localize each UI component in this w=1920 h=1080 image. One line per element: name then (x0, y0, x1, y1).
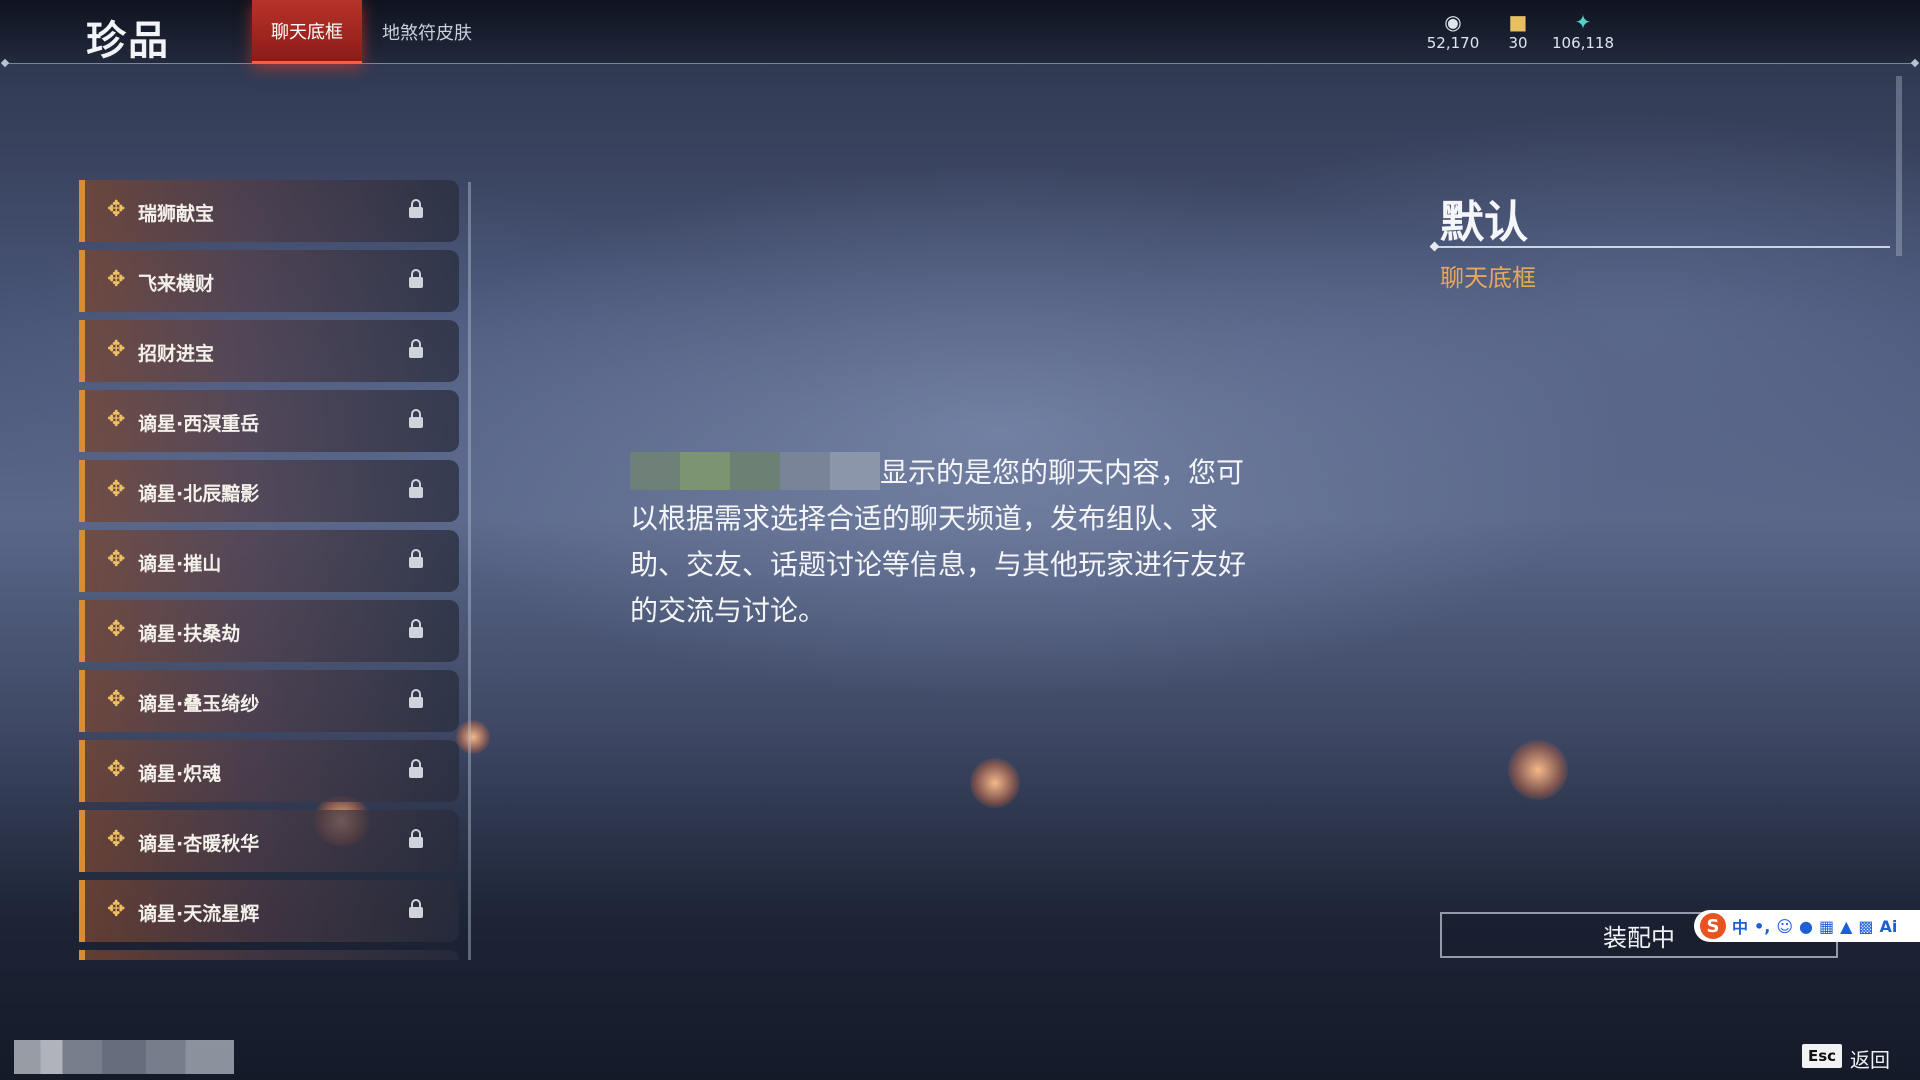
lock-icon (409, 689, 423, 708)
currency-coin-value: 52,170 (1426, 34, 1480, 52)
list-item[interactable]: ✥ 谪星·叠玉绮纱 (79, 670, 459, 732)
divider-ornament (1429, 241, 1440, 252)
ime-logo-icon[interactable]: S (1700, 913, 1726, 939)
keyboard-icon[interactable]: ▦ (1819, 917, 1834, 936)
star-icon: ✥ (107, 197, 126, 222)
lock-icon (409, 549, 423, 568)
star-icon: ✥ (107, 827, 126, 852)
list-item-label: 谪星·天流星辉 (138, 903, 260, 925)
punctuation-icon[interactable]: •, (1754, 917, 1770, 936)
list-item[interactable]: ✥ 招财进宝 (79, 320, 459, 382)
list-item-label: 招财进宝 (138, 343, 215, 365)
star-icon: ✥ (107, 687, 126, 712)
esc-key-hint[interactable]: Esc (1802, 1044, 1842, 1068)
currency-feather[interactable]: ✦ 106,118 (1543, 10, 1623, 52)
list-item[interactable]: ✥ 飞来横财 (79, 250, 459, 312)
list-item-label: 谪星·西溟重岳 (138, 413, 260, 435)
mic-icon[interactable]: ● (1799, 917, 1813, 936)
list-item-label: 瑞狮献宝 (138, 203, 215, 225)
tab-chat-frame[interactable]: 聊天底框 (252, 0, 362, 64)
chat-preview: 显示的是您的聊天内容，您可以根据需求选择合适的聊天频道，发布组队、求助、交友、话… (630, 450, 1270, 634)
back-label[interactable]: 返回 (1850, 1044, 1890, 1073)
star-icon: ✥ (107, 757, 126, 782)
list-item[interactable]: ✥ 谪星·西溟重岳 (79, 390, 459, 452)
list-item[interactable]: ✥ 谪星·摧山 (79, 530, 459, 592)
censored-block (14, 1040, 234, 1074)
list-item[interactable]: ✥ 谪星·炽魂 (79, 740, 459, 802)
detail-divider (1436, 246, 1890, 248)
currency-ticket-value: 30 (1508, 34, 1528, 52)
emoji-icon[interactable]: ☺ (1776, 917, 1793, 936)
ime-toolbar[interactable]: S 中 •, ☺ ● ▦ ▲ ▩ Ai (1694, 910, 1920, 942)
censored-block (630, 452, 880, 490)
lantern-glow (970, 758, 1020, 808)
lock-icon (409, 899, 423, 918)
list-item[interactable]: ✥ 谪星·北辰黯影 (79, 460, 459, 522)
list-item-label: 谪星·杏暖秋华 (138, 833, 260, 855)
list-item-label: 谪星·摧山 (138, 553, 222, 575)
lock-icon (409, 829, 423, 848)
detail-scrollbar[interactable] (1896, 76, 1902, 256)
page-title: 珍品 (86, 18, 170, 64)
item-category: 聊天底框 (1440, 264, 1536, 292)
item-list[interactable]: ✥ 瑞狮献宝 ✥ 飞来横财 ✥ 招财进宝 ✥ 谪星·西溟重岳 ✥ 谪星·北辰黯影… (79, 180, 459, 960)
lock-icon (409, 269, 423, 288)
currency-feather-value: 106,118 (1551, 34, 1615, 52)
list-item[interactable]: ✥ 谪星·杏暖秋华 (79, 810, 459, 872)
star-icon: ✥ (107, 617, 126, 642)
lock-icon (409, 759, 423, 778)
lock-icon (409, 339, 423, 358)
star-icon: ✥ (107, 337, 126, 362)
lock-icon (409, 479, 423, 498)
lock-icon (409, 619, 423, 638)
list-item[interactable]: ✥ 谪星·扶桑劫 (79, 600, 459, 662)
list-item-label: 谪星·扶桑劫 (138, 623, 241, 645)
grid-icon[interactable]: ▩ (1858, 917, 1873, 936)
star-icon: ✥ (107, 407, 126, 432)
lock-icon (409, 409, 423, 428)
lantern-glow (456, 720, 490, 754)
star-icon: ✥ (107, 897, 126, 922)
item-name: 默认 (1440, 197, 1528, 248)
list-item-label: 飞来横财 (138, 273, 215, 295)
lantern-glow (1508, 740, 1568, 800)
list-scrollbar[interactable] (468, 182, 471, 960)
ime-mode[interactable]: 中 (1732, 914, 1748, 938)
list-item-partial[interactable] (79, 950, 459, 960)
ime-ai[interactable]: Ai (1880, 917, 1898, 936)
list-item[interactable]: ✥ 谪星·天流星辉 (79, 880, 459, 942)
lock-icon (409, 199, 423, 218)
list-item-label: 谪星·叠玉绮纱 (138, 693, 260, 715)
list-item-label: 谪星·炽魂 (138, 763, 222, 785)
star-icon: ✥ (107, 477, 126, 502)
list-item-label: 谪星·北辰黯影 (138, 483, 260, 505)
feather-icon: ✦ (1574, 10, 1592, 34)
star-icon: ✥ (107, 267, 126, 292)
list-item[interactable]: ✥ 瑞狮献宝 (79, 180, 459, 242)
shirt-icon[interactable]: ▲ (1840, 917, 1852, 936)
tab-talisman-skin[interactable]: 地煞符皮肤 (372, 0, 482, 64)
star-icon: ✥ (107, 547, 126, 572)
